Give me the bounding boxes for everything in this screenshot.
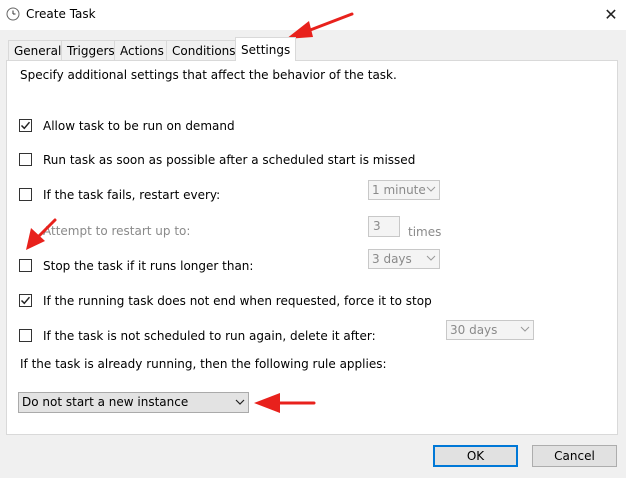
restart-attempts-label: Attempt to restart up to: (43, 224, 191, 238)
chevron-down-icon (426, 186, 436, 192)
window-title: Create Task (26, 7, 96, 21)
chevron-down-icon (426, 255, 436, 261)
stop-duration-select[interactable]: 3 days (368, 249, 440, 269)
tab-actions[interactable]: Actions (114, 40, 170, 60)
checkmark-icon (20, 296, 31, 305)
restart-attempts-input[interactable]: 3 (368, 216, 400, 237)
clock-icon (6, 7, 20, 21)
run-asap-checkbox[interactable] (19, 153, 32, 166)
running-rule-select[interactable]: Do not start a new instance (18, 392, 249, 413)
stop-if-longer-label: Stop the task if it runs longer than: (43, 259, 254, 273)
settings-panel (6, 60, 618, 435)
cancel-button[interactable]: Cancel (532, 445, 617, 467)
tab-triggers[interactable]: Triggers (61, 40, 121, 60)
tab-settings[interactable]: Settings (235, 37, 297, 61)
settings-intro: Specify additional settings that affect … (20, 68, 397, 82)
delete-if-not-scheduled-checkbox[interactable] (19, 329, 32, 342)
allow-on-demand-label: Allow task to be run on demand (43, 119, 235, 133)
running-rule-label: If the task is already running, then the… (20, 357, 387, 371)
stop-if-longer-checkbox[interactable] (19, 259, 32, 272)
delete-after-select[interactable]: 30 days (446, 320, 534, 340)
delete-if-not-scheduled-label: If the task is not scheduled to run agai… (43, 329, 376, 343)
chevron-down-icon (235, 399, 245, 405)
restart-attempts-unit: times (408, 225, 442, 239)
chevron-down-icon (520, 326, 530, 332)
restart-on-fail-checkbox[interactable] (19, 188, 32, 201)
running-rule-value: Do not start a new instance (22, 395, 189, 409)
run-asap-label: Run task as soon as possible after a sch… (43, 153, 416, 167)
force-stop-checkbox[interactable] (19, 294, 32, 307)
tab-conditions[interactable]: Conditions (166, 40, 242, 60)
delete-after-value: 30 days (450, 323, 498, 337)
allow-on-demand-checkbox[interactable] (19, 119, 32, 132)
stop-duration-value: 3 days (372, 252, 412, 266)
ok-button[interactable]: OK (433, 445, 518, 467)
close-button[interactable]: ✕ (598, 2, 624, 28)
checkmark-icon (20, 121, 31, 130)
tab-general[interactable]: General (8, 40, 68, 60)
force-stop-label: If the running task does not end when re… (43, 294, 432, 308)
restart-interval-select[interactable]: 1 minute (368, 180, 440, 200)
restart-on-fail-label: If the task fails, restart every: (43, 188, 221, 202)
restart-interval-value: 1 minute (372, 183, 426, 197)
